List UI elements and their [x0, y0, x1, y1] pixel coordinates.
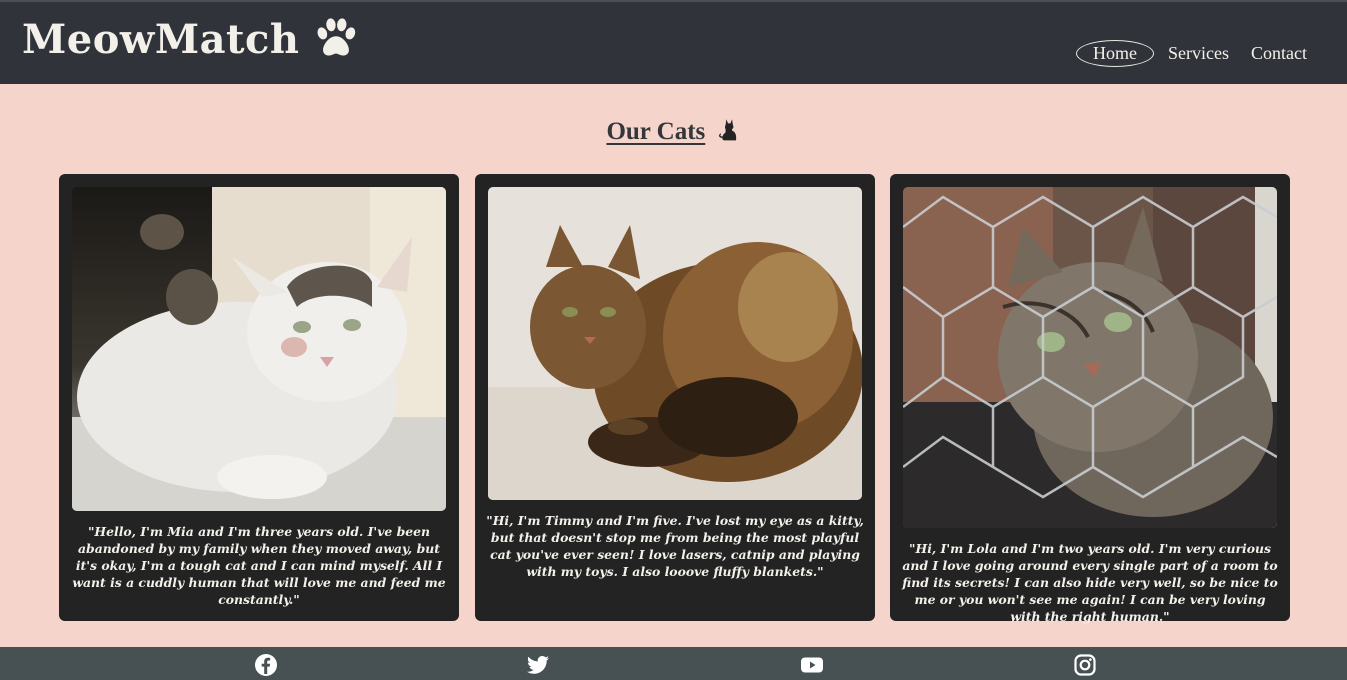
- instagram-icon[interactable]: [1073, 653, 1097, 677]
- cat-caption-timmy: "Hi, I'm Timmy and I'm five. I've lost m…: [486, 513, 864, 579]
- nav-services[interactable]: Services: [1160, 41, 1237, 66]
- brand-name: MeowMatch: [22, 16, 300, 63]
- facebook-icon[interactable]: [254, 653, 278, 677]
- section-title: Our Cats: [0, 116, 1347, 146]
- main-nav: Home Services Contact: [1076, 40, 1315, 67]
- cat-card-timmy: "Hi, I'm Timmy and I'm five. I've lost m…: [475, 174, 875, 621]
- youtube-icon[interactable]: [800, 653, 824, 677]
- section-title-text: Our Cats: [606, 118, 706, 145]
- twitter-icon[interactable]: [526, 653, 550, 677]
- cat-photo-mia: [72, 187, 446, 511]
- cat-photo-timmy: [488, 187, 862, 500]
- nav-contact[interactable]: Contact: [1243, 41, 1315, 66]
- site-header: MeowMatch Home Services Contact: [0, 0, 1347, 84]
- cat-caption-mia: "Hello, I'm Mia and I'm three years old.…: [72, 524, 446, 607]
- paw-icon: [317, 17, 356, 55]
- cat-photo-lola: [903, 187, 1277, 528]
- site-footer: [0, 647, 1347, 680]
- cat-caption-lola: "Hi, I'm Lola and I'm two years old. I'm…: [902, 541, 1278, 624]
- cat-card-mia: "Hello, I'm Mia and I'm three years old.…: [59, 174, 459, 621]
- cat-card-lola: "Hi, I'm Lola and I'm two years old. I'm…: [890, 174, 1290, 624]
- brand[interactable]: MeowMatch: [22, 16, 359, 63]
- cat-icon: [718, 119, 736, 141]
- nav-home[interactable]: Home: [1076, 40, 1155, 67]
